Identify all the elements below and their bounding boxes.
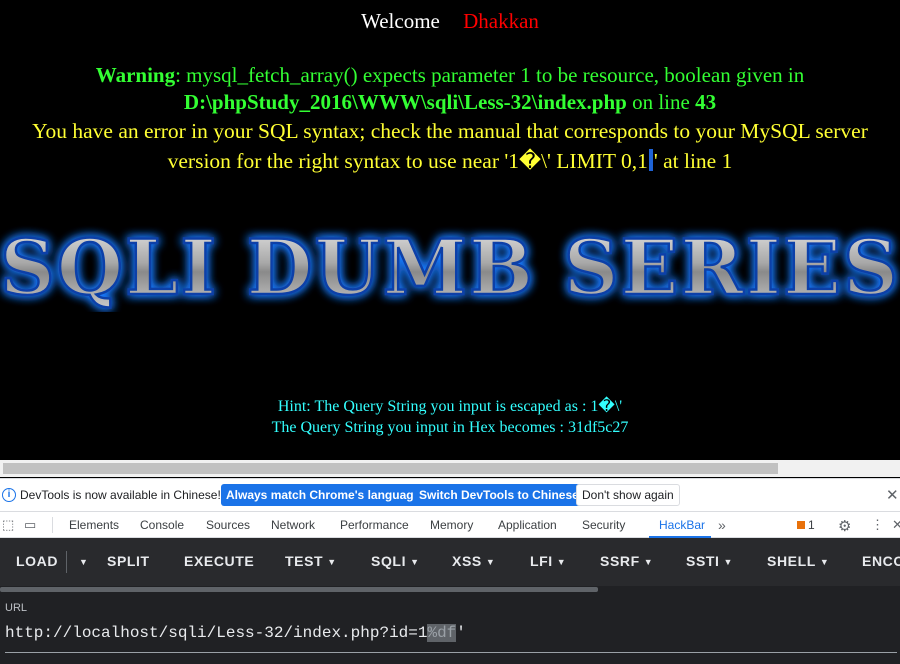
issues-badge[interactable]: 1 — [797, 518, 815, 532]
chevron-down-icon: ▼ — [819, 557, 830, 567]
url-label: URL — [5, 602, 28, 614]
encoding-menu[interactable]: ENCO — [862, 553, 900, 569]
sql-error-text: You have an error in your SQL syntax; ch… — [32, 119, 868, 173]
error-block: Warning: mysql_fetch_array() expects par… — [0, 62, 900, 176]
sqli-dumb-series-banner: SQLI DUMB SERIES — [0, 222, 900, 312]
username: Dhakkan — [463, 9, 539, 33]
tab-elements[interactable]: Elements — [69, 518, 119, 532]
banner-text: SQLI DUMB SERIES — [0, 223, 900, 312]
kebab-menu-icon[interactable]: ⋮ — [871, 517, 884, 533]
sqli-label: SQLI — [371, 553, 407, 569]
load-button[interactable]: LOAD — [16, 553, 58, 569]
chevron-down-icon: ▼ — [327, 557, 337, 567]
hint-hex: The Query String you input in Hex become… — [271, 419, 629, 436]
url-selected-text: %df — [427, 624, 457, 642]
split-button[interactable]: SPLIT — [107, 553, 150, 569]
ssrf-menu[interactable]: SSRF ▼ — [600, 553, 653, 569]
welcome-line: Welcome Dhakkan — [0, 9, 900, 34]
url-text: http://localhost/sqli/Less-32/index.php?… — [5, 624, 428, 642]
devtools-tab-bar: ⬚ ▭ Elements Console Sources Network Per… — [0, 511, 900, 538]
warning-online: on line — [626, 90, 696, 114]
chevron-down-icon: ▼ — [723, 557, 734, 567]
tab-memory[interactable]: Memory — [430, 518, 473, 532]
dont-show-again-button[interactable]: Don't show again — [576, 484, 680, 506]
device-toolbar-icon[interactable]: ▭ — [24, 517, 36, 533]
ssti-menu[interactable]: SSTI ▼ — [686, 553, 733, 569]
always-match-language-button[interactable]: Always match Chrome's language — [221, 484, 426, 506]
page-horizontal-scrollbar[interactable] — [0, 460, 900, 477]
infobar-message: DevTools is now available in Chinese! — [20, 488, 221, 502]
more-tabs-icon[interactable]: » — [718, 517, 726, 533]
test-label: TEST — [285, 553, 324, 569]
devtools-language-infobar: i DevTools is now available in Chinese! … — [0, 478, 900, 511]
welcome-label: Welcome — [361, 9, 440, 33]
warning-text: : mysql_fetch_array() expects parameter … — [175, 63, 805, 87]
test-menu[interactable]: TEST ▼ — [285, 553, 337, 569]
text-cursor — [648, 149, 653, 171]
ssti-label: SSTI — [686, 553, 720, 569]
xss-menu[interactable]: XSS ▼ — [452, 553, 495, 569]
warning-line-number: 43 — [695, 90, 717, 114]
warning-path: D:\phpStudy_2016\WWW\sqli\Less-32\index.… — [183, 90, 627, 114]
issue-flag-icon — [797, 521, 805, 529]
shell-label: SHELL — [767, 553, 816, 569]
issues-count: 1 — [808, 518, 815, 532]
lfi-label: LFI — [530, 553, 553, 569]
hackbar-menu-scrollbar[interactable] — [0, 586, 900, 593]
url-input[interactable]: http://localhost/sqli/Less-32/index.php?… — [5, 624, 466, 642]
hint-block: Hint: The Query String you input is esca… — [0, 396, 900, 438]
url-text-tail: ' — [456, 624, 466, 642]
tab-hackbar[interactable]: HackBar — [659, 518, 705, 532]
tab-sources[interactable]: Sources — [206, 518, 250, 532]
url-input-underline — [5, 652, 897, 653]
lfi-menu[interactable]: LFI ▼ — [530, 553, 566, 569]
hackbar-panel: LOAD ▼ SPLIT EXECUTE TEST ▼ SQLI ▼ XSS ▼ LF… — [0, 538, 900, 664]
warning-label: Warning — [95, 63, 176, 87]
chevron-down-icon: ▼ — [556, 557, 567, 567]
info-icon: i — [2, 488, 16, 502]
inspect-element-icon[interactable]: ⬚ — [2, 517, 14, 533]
sql-error-tail: ' at line 1 — [653, 149, 733, 173]
switch-to-chinese-button[interactable]: Switch DevTools to Chinese — [414, 484, 584, 506]
chevron-down-icon: ▼ — [485, 557, 496, 567]
chevron-down-icon: ▼ — [643, 557, 654, 567]
hackbar-scrollbar-thumb[interactable] — [0, 587, 598, 592]
shell-menu[interactable]: SHELL ▼ — [767, 553, 829, 569]
close-icon[interactable]: ✕ — [886, 486, 899, 504]
execute-button[interactable]: EXECUTE — [184, 553, 254, 569]
scrollbar-thumb[interactable] — [3, 463, 778, 474]
menu-divider — [66, 551, 67, 573]
tab-performance[interactable]: Performance — [340, 518, 409, 532]
sqli-menu[interactable]: SQLI ▼ — [371, 553, 420, 569]
ssrf-label: SSRF — [600, 553, 640, 569]
tab-network[interactable]: Network — [271, 518, 315, 532]
php-warning: Warning: mysql_fetch_array() expects par… — [0, 62, 900, 116]
hint-escaped: Hint: The Query String you input is esca… — [277, 398, 623, 415]
tab-application[interactable]: Application — [498, 518, 557, 532]
toolbar-divider — [52, 517, 53, 533]
sql-error-message: You have an error in your SQL syntax; ch… — [0, 116, 900, 176]
tab-console[interactable]: Console — [140, 518, 184, 532]
web-page: Welcome Dhakkan Warning: mysql_fetch_arr… — [0, 0, 900, 460]
tab-security[interactable]: Security — [582, 518, 625, 532]
hackbar-menu: LOAD ▼ SPLIT EXECUTE TEST ▼ SQLI ▼ XSS ▼ LF… — [0, 538, 900, 586]
load-dropdown-icon[interactable]: ▼ — [75, 553, 89, 569]
chevron-down-icon: ▼ — [410, 557, 420, 567]
gear-icon[interactable]: ⚙ — [838, 517, 851, 535]
xss-label: XSS — [452, 553, 482, 569]
close-devtools-icon[interactable]: ✕ — [892, 517, 900, 533]
